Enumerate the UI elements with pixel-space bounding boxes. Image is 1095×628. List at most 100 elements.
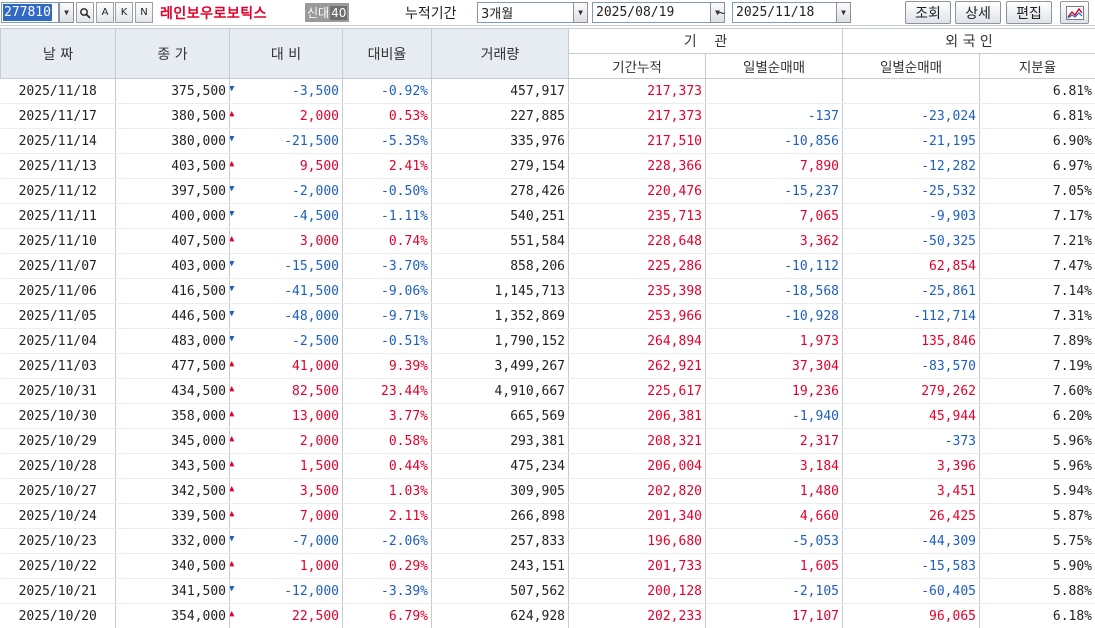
date-range-separator: ~ [718, 5, 726, 20]
cell-inst-cum: 217,373 [568, 78, 706, 104]
filter-a-button[interactable]: A [96, 2, 114, 23]
cell-date: 2025/10/31 [0, 378, 116, 404]
col-header-volume[interactable]: 거래량 [431, 28, 569, 79]
cell-close: 380,500 [115, 103, 230, 129]
cell-rate: -2.06% [342, 528, 432, 554]
cell-foreign-share: 5.87% [979, 503, 1095, 529]
cell-inst-cum: 201,733 [568, 553, 706, 579]
up-triangle-icon: ▲ [229, 359, 235, 369]
date-to-calendar-button[interactable]: ▼ [836, 2, 851, 23]
down-triangle-icon: ▼ [229, 209, 235, 219]
cell-close: 341,500 [115, 578, 230, 604]
date-to-field[interactable]: 2025/11/18 [732, 2, 839, 23]
col-header-foreign-share[interactable]: 지분율 [978, 53, 1095, 79]
cell-inst-cum: 206,381 [568, 403, 706, 429]
table-row[interactable]: 2025/10/21 341,500 ▼ -12,000 -3.39% 507,562 20… [0, 578, 1095, 604]
detail-button[interactable]: 상세 [955, 1, 1001, 24]
col-header-close[interactable]: 종 가 [115, 28, 230, 79]
stock-name: 레인보우로보틱스 [160, 5, 268, 22]
up-triangle-icon: ▲ [229, 509, 235, 519]
cell-date: 2025/11/07 [0, 253, 116, 279]
col-header-rate[interactable]: 대비율 [342, 28, 432, 79]
table-row[interactable]: 2025/11/03 477,500 ▲ 41,000 9.39% 3,499,267 26… [0, 353, 1095, 379]
cell-rate: -9.71% [342, 303, 432, 329]
cell-volume: 279,154 [431, 153, 569, 179]
cell-inst-cum: 202,820 [568, 478, 706, 504]
cell-date: 2025/11/17 [0, 103, 116, 129]
filter-n-button[interactable]: N [135, 2, 153, 23]
date-from-value: 2025/08/19 [596, 5, 675, 20]
up-triangle-icon: ▲ [229, 434, 235, 444]
cell-change: ▲ 3,000 [229, 228, 343, 254]
cell-change: ▼ -2,500 [229, 328, 343, 354]
table-row[interactable]: 2025/10/23 332,000 ▼ -7,000 -2.06% 257,833 196… [0, 528, 1095, 554]
cell-date: 2025/11/14 [0, 128, 116, 154]
cell-inst-cum: 253,966 [568, 303, 706, 329]
col-header-change[interactable]: 대 비 [229, 28, 343, 79]
cell-foreign-daily: -23,024 [842, 103, 980, 129]
stock-code-dropdown-button[interactable]: ▼ [59, 2, 74, 23]
col-header-inst-daily[interactable]: 일별순매매 [705, 53, 843, 79]
table-row[interactable]: 2025/11/11 400,000 ▼ -4,500 -1.11% 540,251 235… [0, 203, 1095, 229]
table-row[interactable]: 2025/10/24 339,500 ▲ 7,000 2.11% 266,898 201,3… [0, 503, 1095, 529]
cell-inst-cum: 228,648 [568, 228, 706, 254]
period-select[interactable]: 3개월 [477, 2, 576, 23]
cell-inst-cum: 208,321 [568, 428, 706, 454]
cell-change-value: 2,000 [299, 433, 339, 449]
period-value: 3개월 [481, 7, 514, 22]
table-row[interactable]: 2025/11/13 403,500 ▲ 9,500 2.41% 279,154 228,3… [0, 153, 1095, 179]
cell-inst-cum: 228,366 [568, 153, 706, 179]
date-from-field[interactable]: 2025/08/19 [592, 2, 711, 23]
col-header-foreign-daily[interactable]: 일별순매매 [842, 53, 980, 79]
stock-search-button[interactable] [76, 2, 94, 23]
table-row[interactable]: 2025/10/31 434,500 ▲ 82,500 23.44% 4,910,667 2… [0, 378, 1095, 404]
cell-rate: -0.92% [342, 78, 432, 104]
table-row[interactable]: 2025/11/10 407,500 ▲ 3,000 0.74% 551,584 228,6… [0, 228, 1095, 254]
down-triangle-icon: ▼ [229, 84, 235, 94]
cell-foreign-share: 6.18% [979, 603, 1095, 628]
cell-foreign-daily: -44,309 [842, 528, 980, 554]
group-header-foreign: 외 국 인 [841, 28, 1095, 54]
table-row[interactable]: 2025/10/28 343,500 ▲ 1,500 0.44% 475,234 206,0… [0, 453, 1095, 479]
table-row[interactable]: 2025/11/12 397,500 ▼ -2,000 -0.50% 278,426 220… [0, 178, 1095, 204]
table-row[interactable]: 2025/11/17 380,500 ▲ 2,000 0.53% 227,885 217,3… [0, 103, 1095, 129]
table-row[interactable]: 2025/10/22 340,500 ▲ 1,000 0.29% 243,151 201,7… [0, 553, 1095, 579]
cell-inst-cum: 225,617 [568, 378, 706, 404]
chart-button[interactable] [1060, 1, 1089, 24]
cell-rate: 3.77% [342, 403, 432, 429]
cell-close: 407,500 [115, 228, 230, 254]
cell-change-value: 7,000 [299, 508, 339, 524]
cell-volume: 1,352,869 [431, 303, 569, 329]
col-header-date[interactable]: 날 짜 [0, 28, 116, 79]
stock-code-input[interactable]: 277810 [1, 2, 59, 23]
edit-button[interactable]: 편집 [1006, 1, 1052, 24]
table-row[interactable]: 2025/11/14 380,000 ▼ -21,500 -5.35% 335,976 21… [0, 128, 1095, 154]
table-row[interactable]: 2025/10/29 345,000 ▲ 2,000 0.58% 293,381 208,3… [0, 428, 1095, 454]
filter-k-button[interactable]: K [115, 2, 133, 23]
query-button[interactable]: 조회 [905, 1, 951, 24]
col-header-inst-cum[interactable]: 기간누적 [568, 53, 706, 79]
table-row[interactable]: 2025/11/05 446,500 ▼ -48,000 -9.71% 1,352,869… [0, 303, 1095, 329]
cell-change: ▲ 13,000 [229, 403, 343, 429]
cell-change-value: -15,500 [284, 258, 339, 274]
table-row[interactable]: 2025/11/07 403,000 ▼ -15,500 -3.70% 858,206 22… [0, 253, 1095, 279]
cell-date: 2025/10/20 [0, 603, 116, 628]
table-row[interactable]: 2025/11/06 416,500 ▼ -41,500 -9.06% 1,145,713… [0, 278, 1095, 304]
table-row[interactable]: 2025/10/20 354,000 ▲ 22,500 6.79% 624,928 202,… [0, 603, 1095, 628]
cell-foreign-daily: 279,262 [842, 378, 980, 404]
cell-foreign-daily: -112,714 [842, 303, 980, 329]
cell-close: 345,000 [115, 428, 230, 454]
up-triangle-icon: ▲ [229, 384, 235, 394]
cell-date: 2025/10/30 [0, 403, 116, 429]
table-row[interactable]: 2025/10/27 342,500 ▲ 3,500 1.03% 309,905 202,8… [0, 478, 1095, 504]
cell-inst-cum: 235,398 [568, 278, 706, 304]
table-row[interactable]: 2025/10/30 358,000 ▲ 13,000 3.77% 665,569 206,… [0, 403, 1095, 429]
cell-change: ▲ 22,500 [229, 603, 343, 628]
table-row[interactable]: 2025/11/18 375,500 ▼ -3,500 -0.92% 457,917 217… [0, 78, 1095, 104]
table-row[interactable]: 2025/11/04 483,000 ▼ -2,500 -0.51% 1,790,152 2… [0, 328, 1095, 354]
cell-foreign-daily: 3,451 [842, 478, 980, 504]
period-dropdown-button[interactable]: ▼ [573, 2, 588, 23]
cell-change: ▲ 2,000 [229, 103, 343, 129]
cell-foreign-share: 7.14% [979, 278, 1095, 304]
cell-change-value: -3,500 [292, 83, 339, 99]
